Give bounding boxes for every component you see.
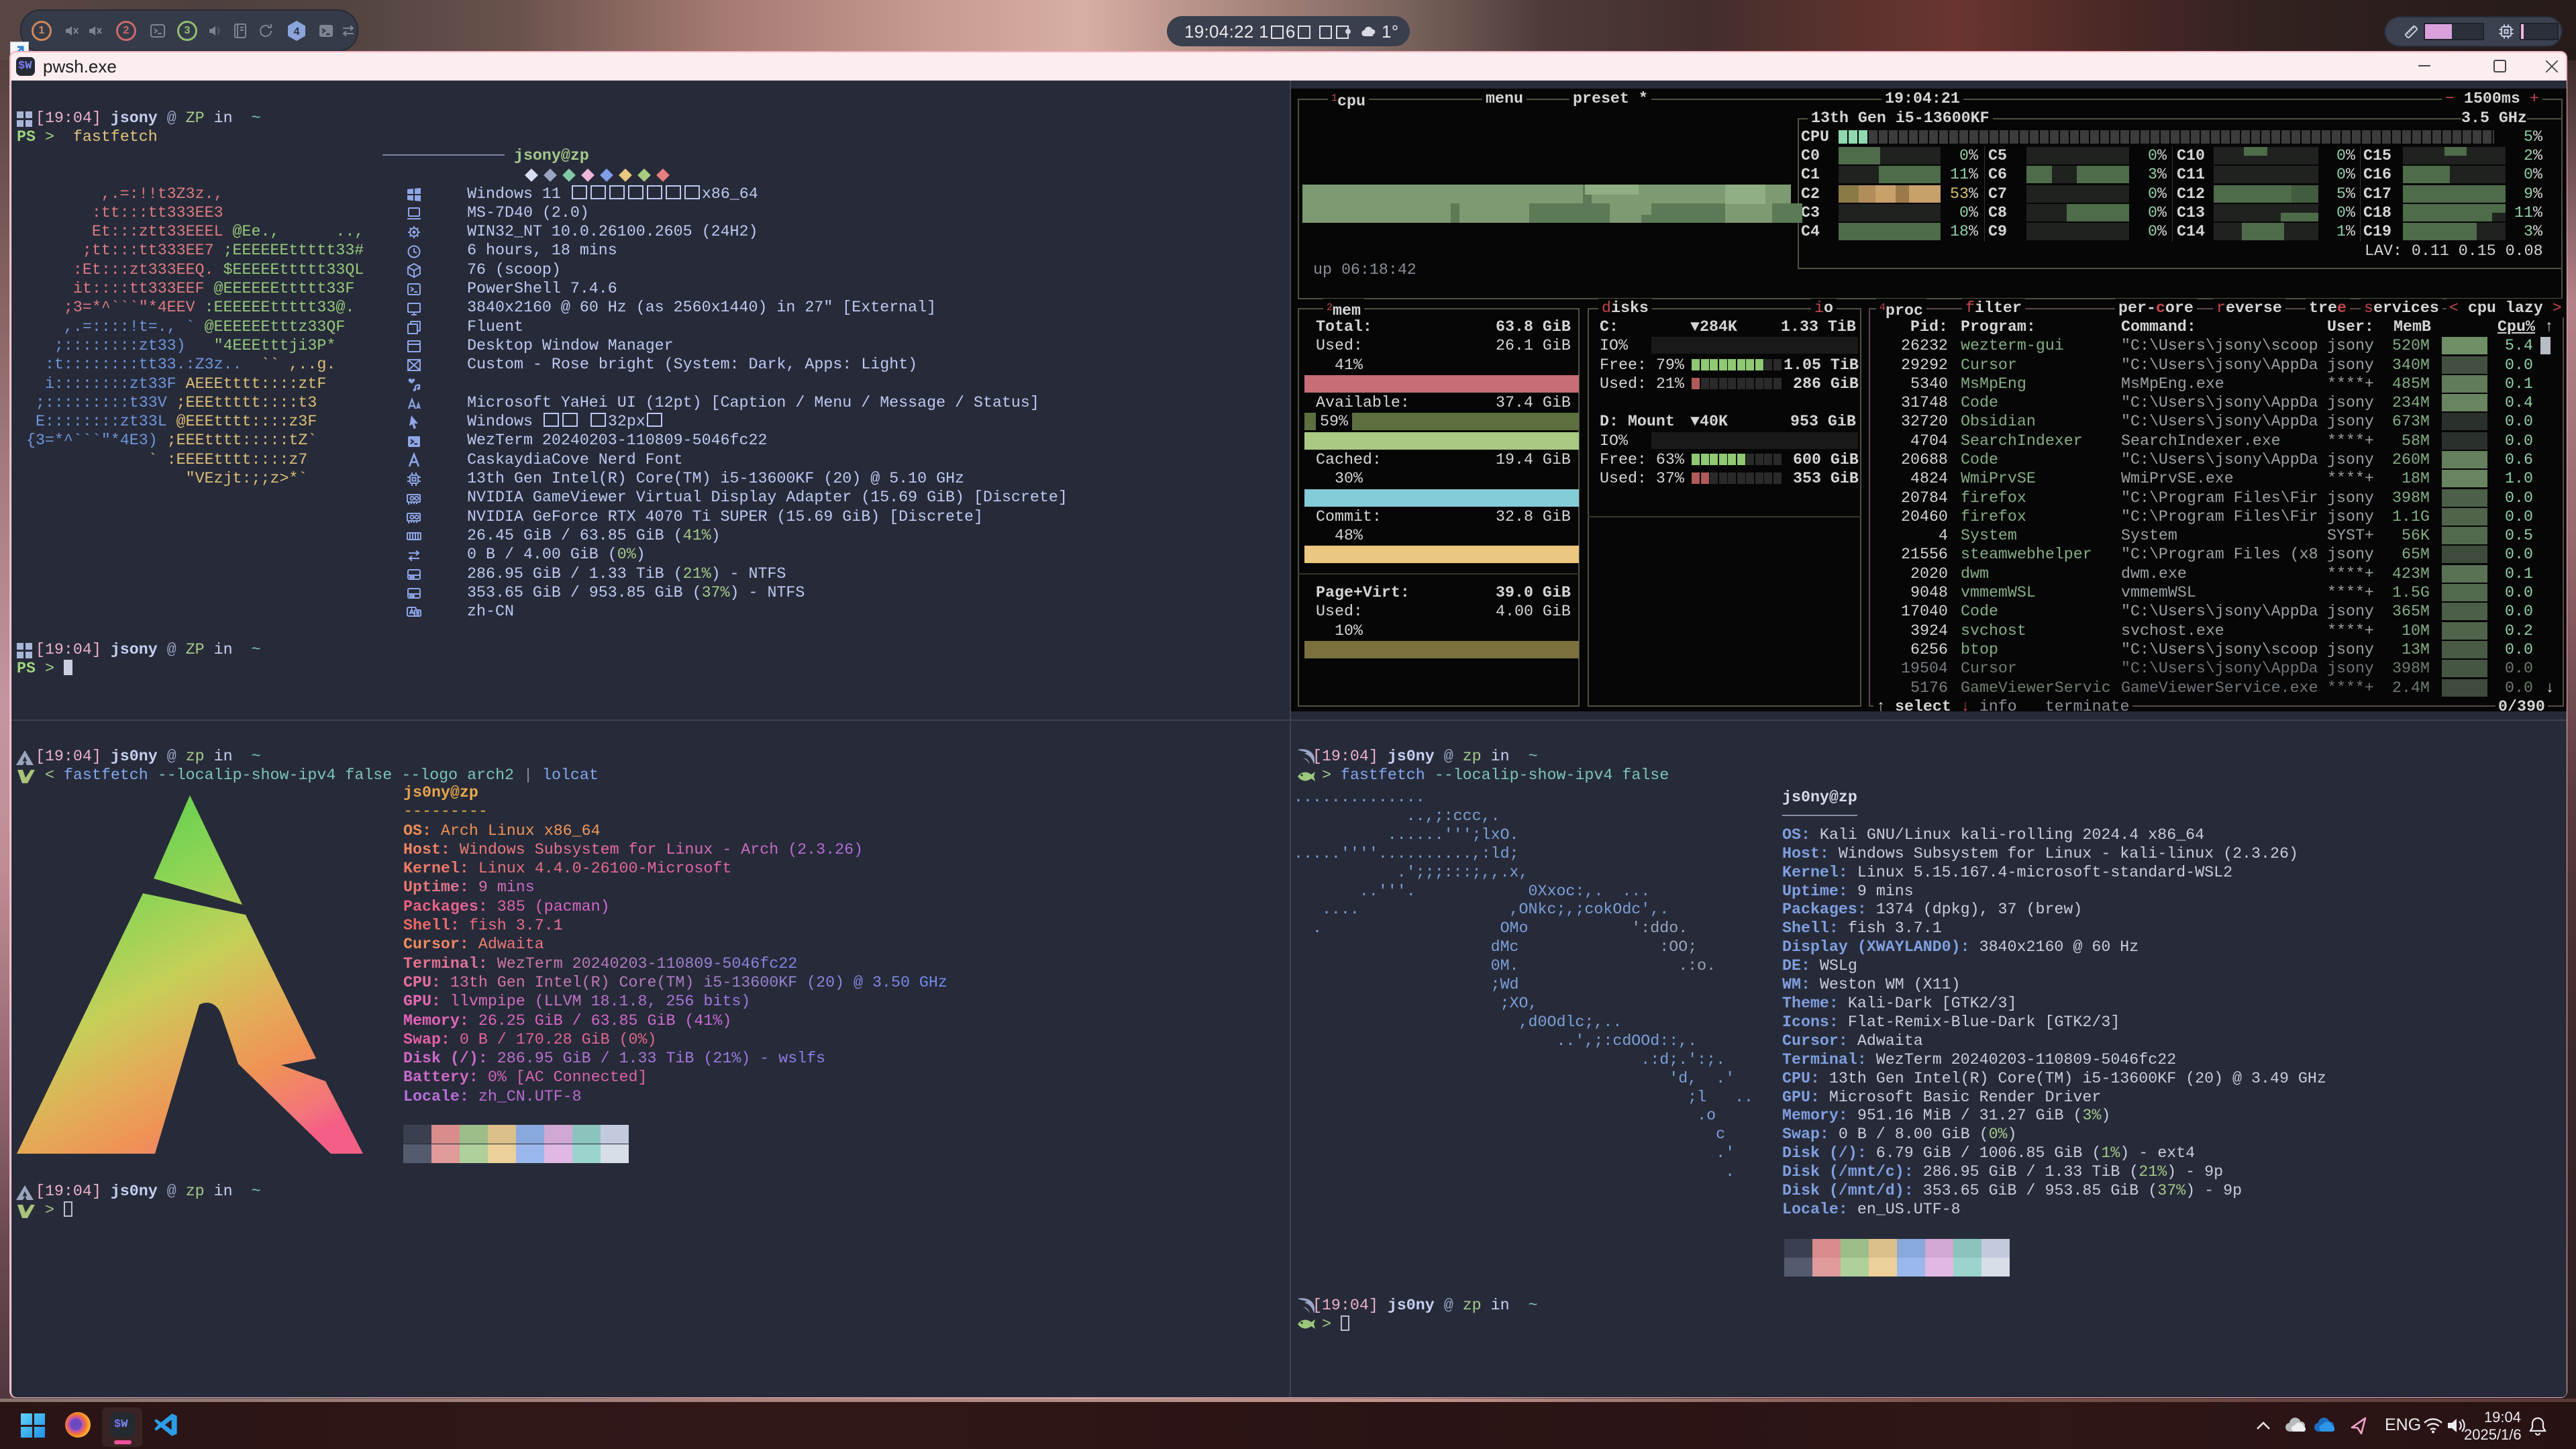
- svg-text:4: 4: [294, 26, 300, 38]
